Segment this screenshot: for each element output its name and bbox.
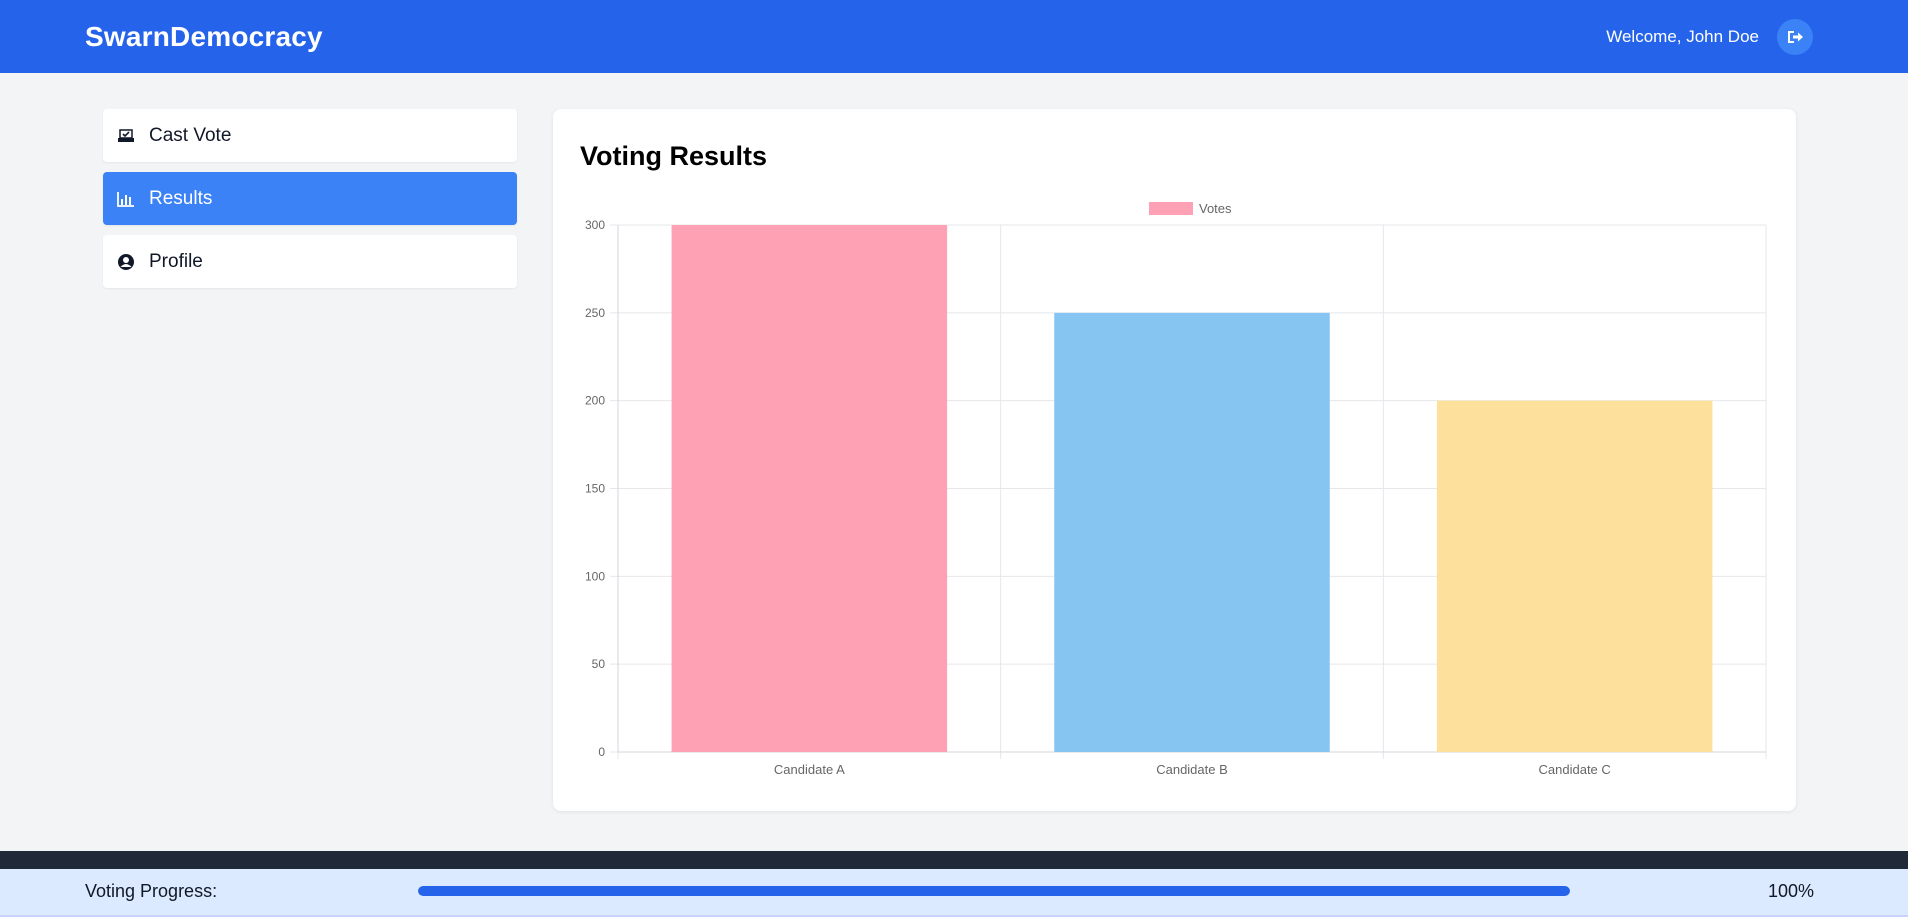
logout-button[interactable]	[1777, 18, 1813, 55]
x-tick-label: Candidate A	[774, 762, 845, 777]
results-bar-chart: 0 50 100 150 200 250 300 Candidate A Candidate B…	[585, 201, 1767, 777]
brand-logo[interactable]: SwarnDemocracy	[85, 21, 323, 53]
x-tick-label: Candidate B	[1156, 762, 1228, 777]
logout-icon	[1788, 30, 1803, 43]
x-tick-label: Candidate C	[1539, 762, 1611, 777]
y-tick-label: 100	[585, 569, 605, 583]
top-navbar: SwarnDemocracy Welcome, John Doe	[0, 0, 1908, 73]
legend-swatch	[1149, 202, 1193, 215]
sidebar-item-cast-vote[interactable]: Cast Vote	[103, 109, 517, 162]
legend-label: Votes	[1199, 201, 1232, 216]
sidebar-item-profile[interactable]: Profile	[103, 235, 517, 288]
welcome-text: Welcome, John Doe	[1606, 26, 1759, 46]
sidebar: Cast Vote Results Profile	[103, 109, 517, 298]
y-tick-label: 300	[585, 218, 605, 232]
footer-bar	[0, 851, 1908, 869]
y-tick-label: 250	[585, 306, 605, 320]
progress-label: Voting Progress:	[85, 881, 218, 901]
sidebar-item-label: Cast Vote	[149, 124, 232, 146]
progress-percentage: 100%	[1767, 881, 1814, 901]
sidebar-item-label: Results	[149, 187, 213, 209]
bar	[1436, 400, 1713, 752]
progress-fill	[418, 886, 1570, 896]
user-area: Welcome, John Doe	[1606, 18, 1813, 55]
sidebar-item-label: Profile	[149, 250, 203, 272]
sidebar-item-results[interactable]: Results	[103, 172, 517, 225]
results-panel: Voting Results 0 50 100 150 200 250 300 Candida…	[553, 109, 1796, 811]
y-tick-label: 0	[598, 745, 605, 759]
voting-progress-footer: Voting Progress: 100%	[0, 869, 1908, 917]
y-tick-label: 200	[585, 394, 605, 408]
user-circle-icon	[117, 253, 135, 271]
y-tick-label: 150	[585, 482, 605, 496]
vote-box-icon	[117, 127, 135, 145]
progress-bar	[418, 886, 1570, 896]
y-tick-label: 50	[592, 657, 606, 671]
bar	[1054, 312, 1330, 752]
bar	[671, 225, 948, 752]
bar-chart-icon	[117, 190, 135, 208]
